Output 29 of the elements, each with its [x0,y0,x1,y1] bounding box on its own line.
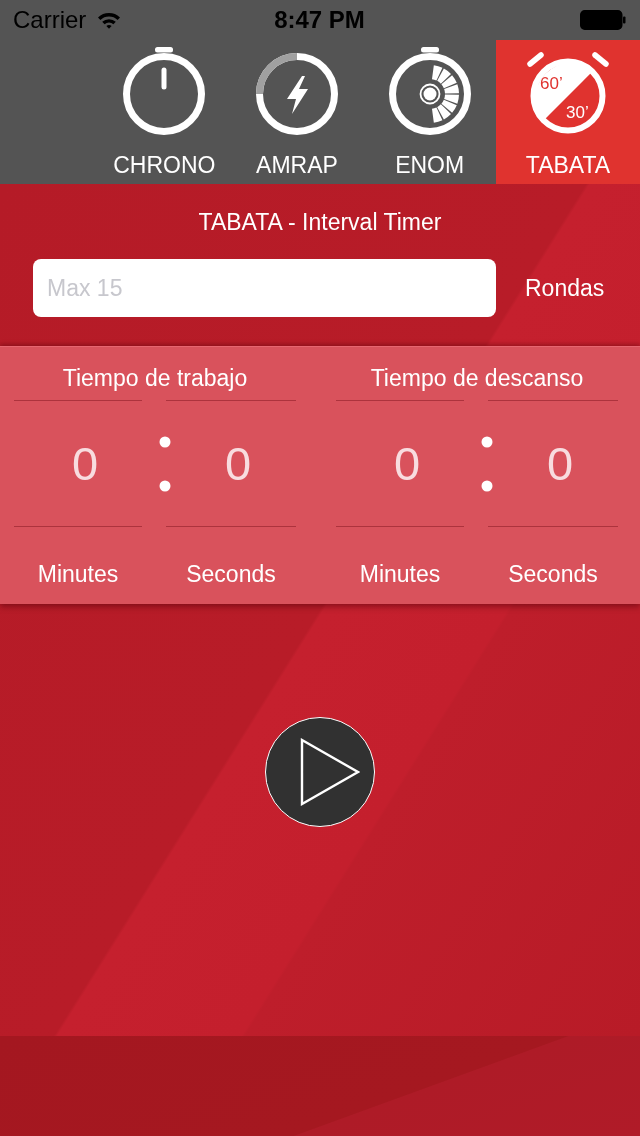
section-heading: Tiempo de trabajo [62,364,248,392]
rounds-label: Rondas [525,274,605,302]
screen-title: TABATA - Interval Timer [198,208,442,236]
picker-label: Minutes [37,560,119,588]
play-icon [299,738,360,806]
colon-separator-icon [481,435,493,492]
mode-tab[interactable]: ENOM [363,40,496,184]
dial-icon [387,47,472,135]
number-picker[interactable]: 0 [336,400,464,527]
mode-tab[interactable]: 60’ 30’ TABATA [496,40,640,184]
stopwatch-icon [122,47,207,135]
picker-label: Seconds [186,560,276,588]
rounds-field[interactable]: Max 15 [33,259,496,317]
number-picker[interactable]: 0 [488,400,618,527]
carrier-label: Carrier [13,6,87,34]
section-heading: Tiempo de descanso [370,364,584,392]
clock-label: 8:47 PM [274,6,365,34]
wifi-icon [97,11,122,29]
icon-label: 30’ [566,103,589,122]
alarm-clock-icon [527,52,609,134]
number-picker[interactable]: 0 [166,400,296,527]
picker-label: Seconds [508,560,598,588]
mode-tab[interactable]: CHRONO [98,40,231,184]
number-picker[interactable]: 0 [14,400,142,527]
icon-label: 60’ [540,74,563,93]
battery-icon [580,10,626,30]
mode-tab[interactable]: AMRAP [230,40,364,184]
picker-label: Minutes [359,560,441,588]
colon-separator-icon [159,435,171,492]
